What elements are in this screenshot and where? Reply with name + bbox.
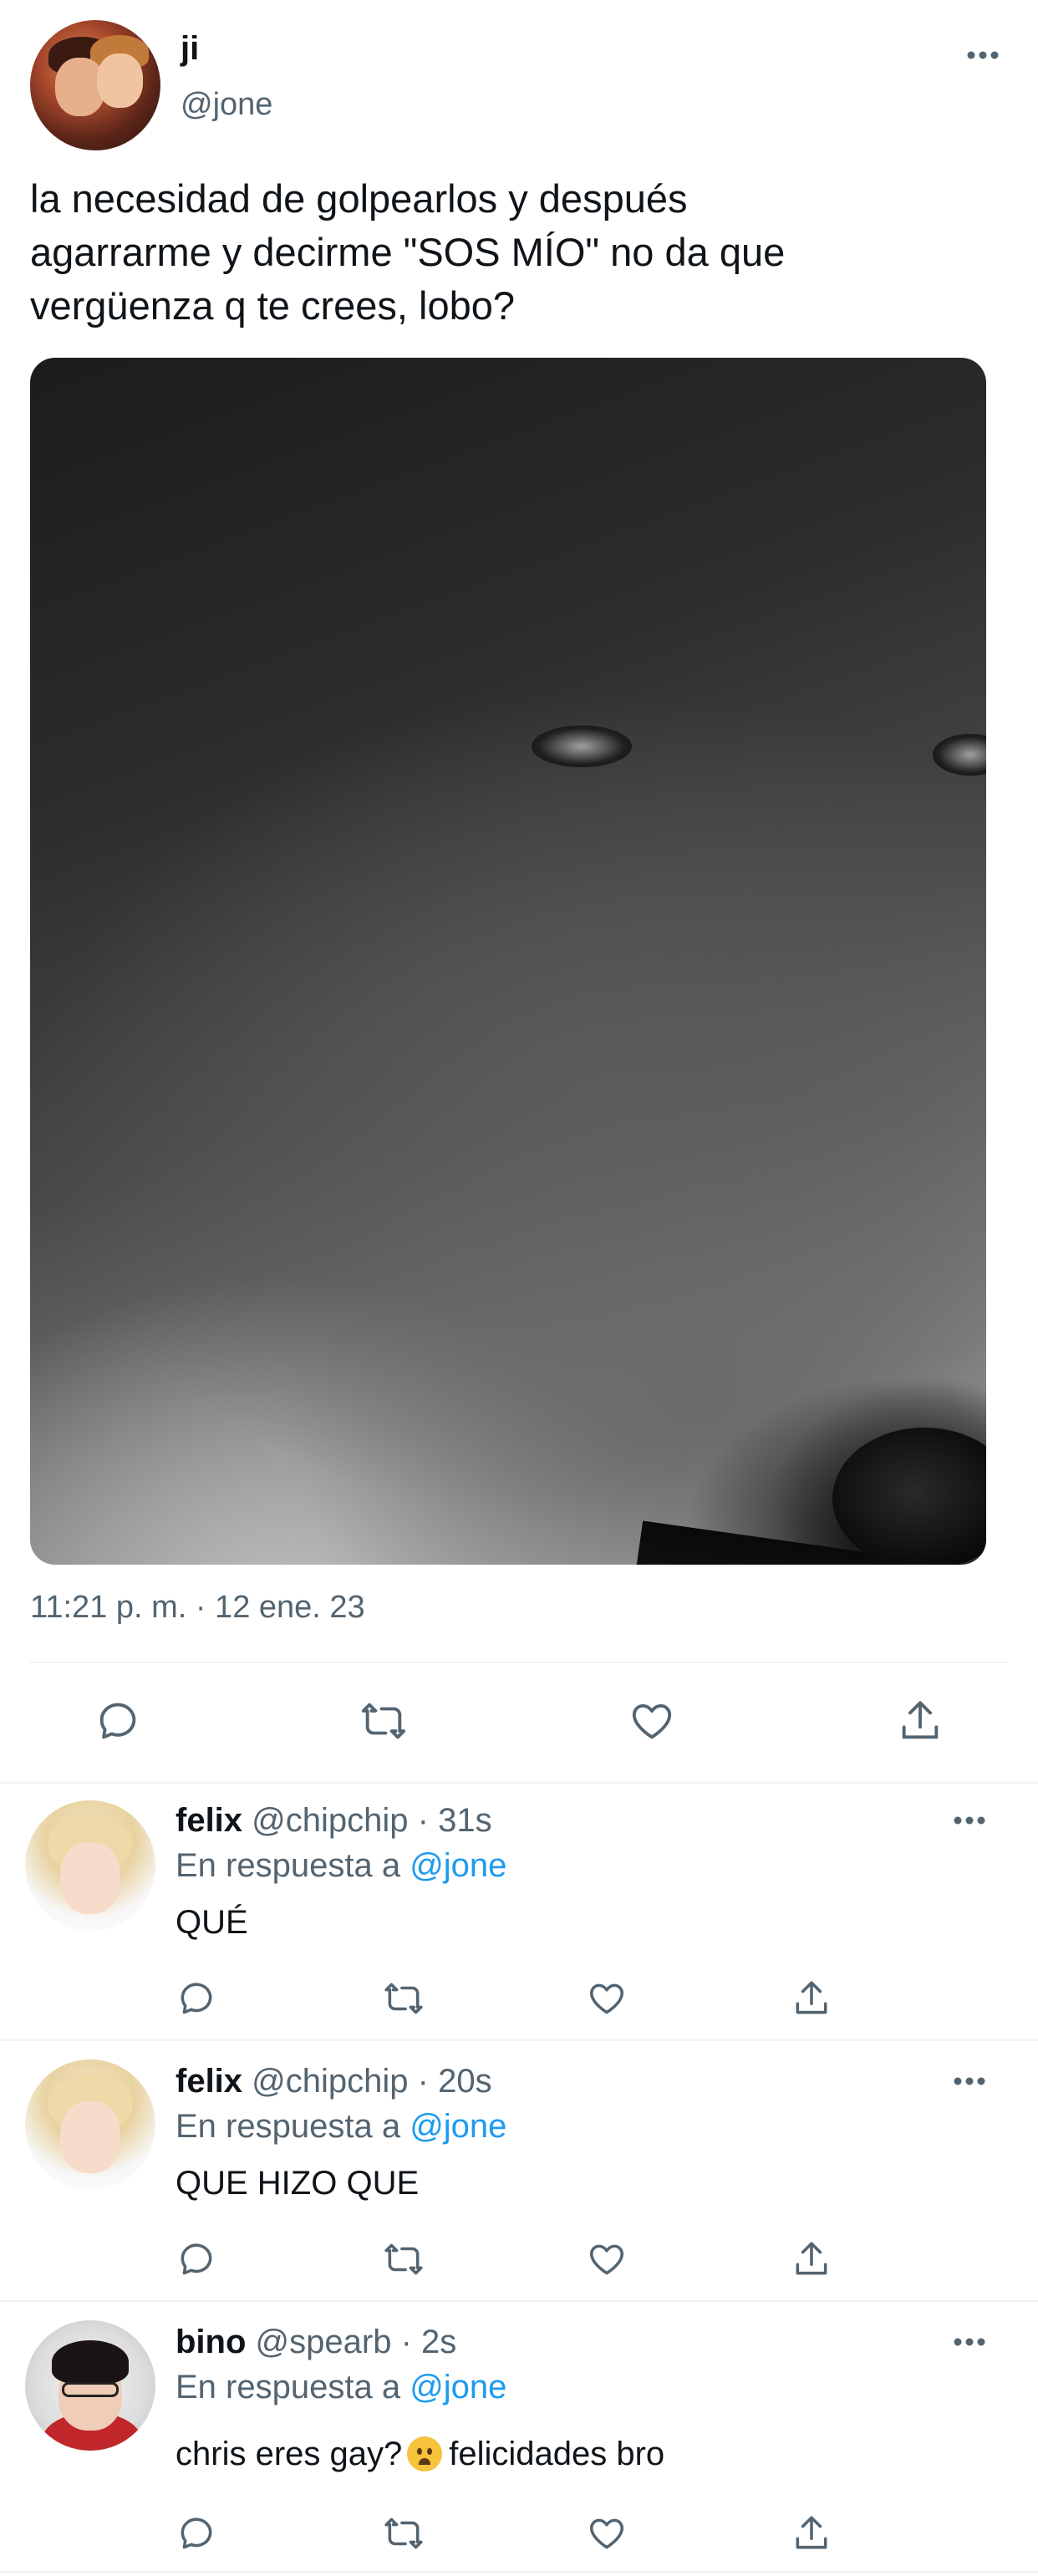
like-icon[interactable] [627,1697,677,1745]
like-icon[interactable] [585,2238,628,2280]
reply-author-name[interactable]: bino [176,2324,246,2360]
reply-icon[interactable] [176,2238,217,2280]
tweet-timestamp: 11:21 p. m. · 12 ene. 23 [30,1590,365,1625]
retweet-icon[interactable] [381,2512,426,2554]
like-icon[interactable] [585,1978,628,2019]
reply-header: bino @spearb · 2s [176,2324,456,2361]
reply-text: QUÉ [176,1904,248,1941]
replying-to: En respuesta a @jone [176,2369,506,2406]
replying-to-label: En respuesta a [176,2369,401,2405]
frowning-face-emoji-icon [407,2436,443,2472]
tweet-text: la necesidad de golpearlos y después aga… [30,176,786,328]
replying-to-label: En respuesta a [176,2108,401,2145]
reply-avatar[interactable] [25,2059,155,2190]
reply-author-handle[interactable]: @chipchip [252,2063,408,2100]
replying-to-link[interactable]: @jone [410,2369,506,2405]
author-name[interactable]: ji [181,30,199,68]
share-icon[interactable] [791,2238,832,2280]
reply-author-handle[interactable]: @chipchip [252,1802,408,1839]
tweet-photo-wolf[interactable] [30,358,986,1565]
reply-header: felix @chipchip · 31s [176,1802,492,1840]
reply-time: · 2s [400,2324,457,2360]
reply-avatar[interactable] [25,2320,155,2451]
divider [0,2571,1038,2573]
reply-icon[interactable] [94,1697,142,1745]
share-icon[interactable] [896,1697,944,1745]
retweet-icon[interactable] [381,2238,426,2280]
more-options-icon[interactable] [953,2335,986,2349]
replying-to-link[interactable]: @jone [410,1847,506,1884]
retweet-icon[interactable] [358,1697,410,1745]
reply-text: QUE HIZO QUE [176,2165,420,2202]
retweet-icon[interactable] [381,1978,426,2019]
reply-text-part: felicidades bro [449,2436,665,2472]
reply-author-name[interactable]: felix [176,2063,242,2100]
author-avatar[interactable] [30,20,160,150]
divider [0,2300,1038,2302]
like-icon[interactable] [585,2512,628,2554]
divider [30,1662,1008,1663]
share-icon[interactable] [791,2512,832,2554]
more-options-icon[interactable] [953,1814,986,1827]
reply-time: · 31s [417,1802,492,1839]
reply-avatar[interactable] [25,1800,155,1931]
divider [0,1782,1038,1784]
author-handle[interactable]: @jone [181,87,272,123]
reply-header: felix @chipchip · 20s [176,2063,492,2100]
reply-icon[interactable] [176,1978,217,2019]
reply-text: chris eres gay? felicidades bro [176,2436,664,2473]
replying-to-link[interactable]: @jone [410,2108,506,2145]
reply-author-handle[interactable]: @spearb [256,2324,392,2360]
replying-to-label: En respuesta a [176,1847,401,1884]
reply-text-part: chris eres gay? [176,2436,403,2472]
divider [0,2039,1038,2041]
replying-to: En respuesta a @jone [176,1847,506,1885]
share-icon[interactable] [791,1978,832,2019]
reply-author-name[interactable]: felix [176,1802,242,1839]
replying-to: En respuesta a @jone [176,2108,506,2146]
more-options-icon[interactable] [953,2075,986,2088]
more-options-icon[interactable] [966,48,1000,62]
reply-icon[interactable] [176,2512,217,2554]
reply-time: · 20s [417,2063,492,2100]
